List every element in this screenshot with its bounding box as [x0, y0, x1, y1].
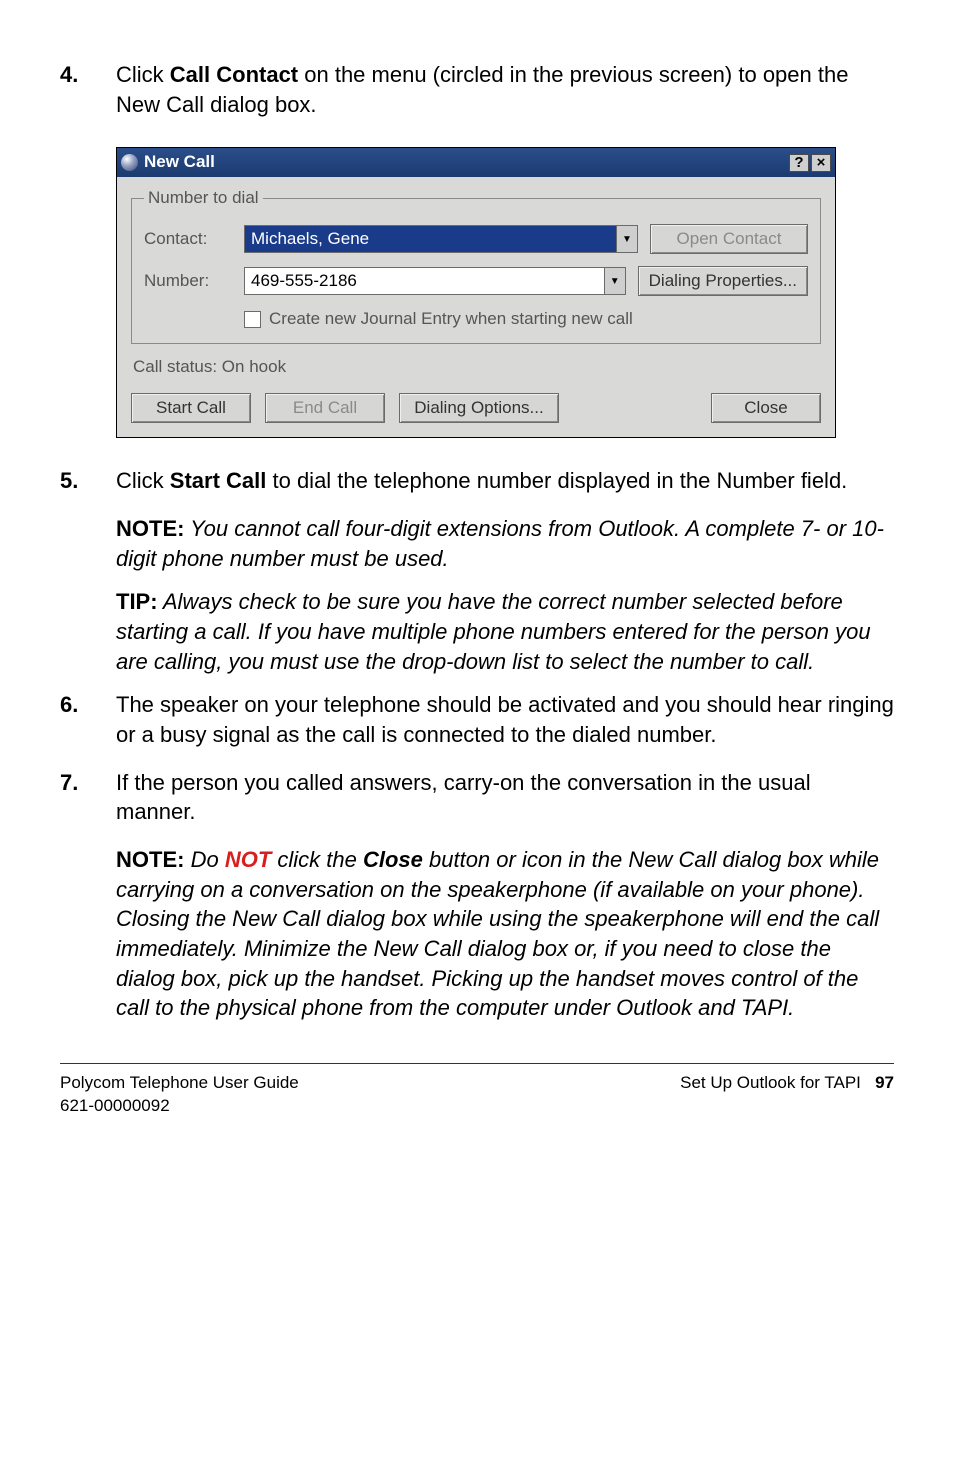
step-7-number: 7.	[60, 768, 116, 827]
step-6-number: 6.	[60, 690, 116, 749]
end-call-button[interactable]: End Call	[265, 393, 385, 423]
window-title: New Call	[144, 151, 789, 174]
contact-label: Contact:	[144, 228, 244, 251]
dialing-options-button[interactable]: Dialing Options...	[399, 393, 559, 423]
number-dropdown-button[interactable]: ▼	[604, 267, 626, 295]
step-5-pre: Click	[116, 468, 170, 493]
contact-combo[interactable]: ▼	[244, 225, 638, 253]
dialing-properties-button[interactable]: Dialing Properties...	[638, 266, 808, 296]
note-7-label: NOTE:	[116, 847, 184, 872]
dialog-button-row: Start Call End Call Dialing Options... C…	[131, 393, 821, 423]
note-7-not: NOT	[225, 847, 271, 872]
number-to-dial-group: Number to dial Contact: ▼ Open Contact N…	[131, 187, 821, 344]
step-5-bold: Start Call	[170, 468, 267, 493]
step-4: 4. Click Call Contact on the menu (circl…	[60, 60, 894, 119]
start-call-label: Start Call	[156, 397, 226, 420]
step-4-bold: Call Contact	[170, 62, 298, 87]
end-call-label: End Call	[293, 397, 357, 420]
note-5-text: You cannot call four-digit extensions fr…	[116, 516, 884, 571]
journal-checkbox-label: Create new Journal Entry when starting n…	[269, 308, 633, 331]
footer-guide-title: Polycom Telephone User Guide	[60, 1072, 299, 1095]
step-5-number: 5.	[60, 466, 116, 496]
call-status: Call status: On hook	[133, 356, 819, 379]
new-call-dialog-image: New Call ? × Number to dial Contact: ▼ O…	[116, 147, 894, 438]
tip-5-text: Always check to be sure you have the cor…	[116, 589, 871, 673]
contact-row: Contact: ▼ Open Contact	[144, 224, 808, 254]
close-button[interactable]: Close	[711, 393, 821, 423]
close-button-label: Close	[744, 397, 787, 420]
footer-left: Polycom Telephone User Guide 621-0000009…	[60, 1072, 299, 1118]
chevron-down-icon: ▼	[622, 233, 632, 247]
step-7: 7. If the person you called answers, car…	[60, 768, 894, 827]
titlebar: New Call ? ×	[117, 148, 835, 177]
tip-5: TIP: Always check to be sure you have th…	[116, 587, 894, 676]
dialog-client-area: Number to dial Contact: ▼ Open Contact N…	[117, 177, 835, 437]
contact-input[interactable]	[244, 225, 616, 253]
footer-section: Set Up Outlook for TAPI	[680, 1073, 861, 1092]
note-7-close-word: Close	[363, 847, 423, 872]
new-call-window: New Call ? × Number to dial Contact: ▼ O…	[116, 147, 836, 438]
number-label: Number:	[144, 270, 244, 293]
close-window-button[interactable]: ×	[811, 154, 831, 172]
step-4-number: 4.	[60, 60, 116, 119]
app-icon	[121, 154, 138, 171]
footer-page-number: 97	[875, 1073, 894, 1092]
note-7-pre: Do	[184, 847, 224, 872]
step-6-body: The speaker on your telephone should be …	[116, 690, 894, 749]
open-contact-button[interactable]: Open Contact	[650, 224, 808, 254]
step-7-body: If the person you called answers, carry-…	[116, 768, 894, 827]
step-6: 6. The speaker on your telephone should …	[60, 690, 894, 749]
step-5: 5. Click Start Call to dial the telephon…	[60, 466, 894, 496]
step-5-body: Click Start Call to dial the telephone n…	[116, 466, 894, 496]
help-button[interactable]: ?	[789, 154, 809, 172]
journal-checkbox[interactable]	[244, 311, 261, 328]
dialing-properties-label: Dialing Properties...	[649, 270, 797, 293]
number-combo[interactable]: ▼	[244, 267, 626, 295]
step-4-body: Click Call Contact on the menu (circled …	[116, 60, 894, 119]
chevron-down-icon: ▼	[610, 275, 620, 289]
tip-5-label: TIP:	[116, 589, 158, 614]
note-7: NOTE: Do NOT click the Close button or i…	[116, 845, 894, 1023]
footer-right: Set Up Outlook for TAPI 97	[680, 1072, 894, 1118]
start-call-button[interactable]: Start Call	[131, 393, 251, 423]
footer-separator	[60, 1063, 894, 1064]
note-7-mid: click the	[271, 847, 363, 872]
open-contact-label: Open Contact	[677, 228, 782, 251]
footer-doc-number: 621-00000092	[60, 1095, 299, 1118]
page-footer: Polycom Telephone User Guide 621-0000009…	[60, 1072, 894, 1118]
close-icon: ×	[817, 155, 826, 170]
dialing-options-label: Dialing Options...	[414, 397, 543, 420]
help-icon: ?	[794, 155, 803, 170]
step-5-post: to dial the telephone number displayed i…	[266, 468, 847, 493]
journal-checkbox-row: Create new Journal Entry when starting n…	[244, 308, 808, 331]
number-input[interactable]	[244, 267, 604, 295]
group-legend: Number to dial	[144, 187, 263, 210]
number-row: Number: ▼ Dialing Properties...	[144, 266, 808, 296]
contact-dropdown-button[interactable]: ▼	[616, 225, 638, 253]
window-buttons: ? ×	[789, 154, 831, 172]
note-5-label: NOTE:	[116, 516, 184, 541]
note-5: NOTE: You cannot call four-digit extensi…	[116, 514, 894, 573]
note-7-post: button or icon in the New Call dialog bo…	[116, 847, 879, 1020]
step-4-pre: Click	[116, 62, 170, 87]
